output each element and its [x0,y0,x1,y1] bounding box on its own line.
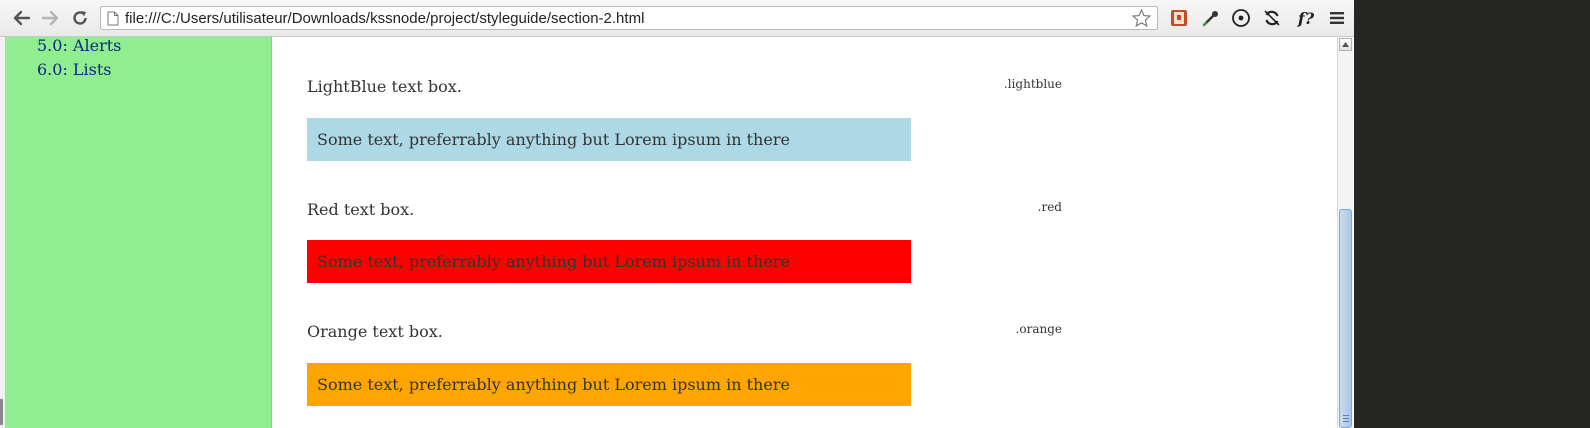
url-text[interactable]: file:///C:/Users/utilisateur/Downloads/k… [125,10,644,27]
section-title-orange: Orange text box. [307,322,443,341]
class-name-lightblue: .lightblue [1003,77,1062,91]
scroll-up-icon [1342,42,1349,47]
browser-toolbar: file:///C:/Users/utilisateur/Downloads/k… [0,0,1354,37]
section-title-red: Red text box. [307,200,415,219]
menu-button[interactable] [1325,6,1349,30]
back-icon [13,10,31,26]
extension-button[interactable] [1167,6,1191,30]
class-name-orange: .orange [1015,322,1062,336]
reload-button[interactable] [68,6,92,30]
reload-icon [73,11,87,25]
target-icon [1232,9,1250,27]
section-title-lightblue: LightBlue text box. [307,77,462,96]
forward-button[interactable] [38,6,62,30]
scroll-grip [1343,415,1349,416]
browser-window: file:///C:/Users/utilisateur/Downloads/k… [0,0,1354,428]
scroll-grip [1343,418,1349,419]
scroll-grip [1343,421,1349,422]
class-name-red: .red [1037,200,1062,214]
font-icon: f? [1297,8,1315,28]
star-icon[interactable] [1131,8,1152,31]
forward-icon [41,10,59,26]
sidebar-item-alerts[interactable]: 5.0: Alerts [37,37,121,55]
back-button[interactable] [10,6,34,30]
eyedropper-icon [1202,11,1218,27]
scroll-up-button[interactable] [1339,38,1352,51]
sync-icon [1264,10,1280,26]
main-content: LightBlue text box. .lightblue Some text… [272,37,1337,428]
page-viewport: 5.0: Alerts 6.0: Lists LightBlue text bo… [0,37,1337,428]
page-icon [107,11,119,30]
eyedropper-button[interactable] [1199,6,1223,30]
edge-marker [0,399,3,425]
font-button[interactable]: f? [1292,6,1320,30]
sidebar: 5.0: Alerts 6.0: Lists [5,37,272,428]
menu-icon [1330,12,1344,24]
address-bar[interactable]: file:///C:/Users/utilisateur/Downloads/k… [100,6,1158,30]
extension-icon [1171,10,1187,26]
target-button[interactable] [1229,6,1253,30]
sync-button[interactable] [1260,6,1284,30]
orange-text-box: Some text, preferrably anything but Lore… [307,363,911,406]
vertical-scrollbar[interactable] [1337,37,1353,428]
lightblue-text-box: Some text, preferrably anything but Lore… [307,118,911,161]
sidebar-item-lists[interactable]: 6.0: Lists [37,60,112,79]
scroll-thumb[interactable] [1339,209,1352,428]
red-text-box: Some text, preferrably anything but Lore… [307,240,911,283]
